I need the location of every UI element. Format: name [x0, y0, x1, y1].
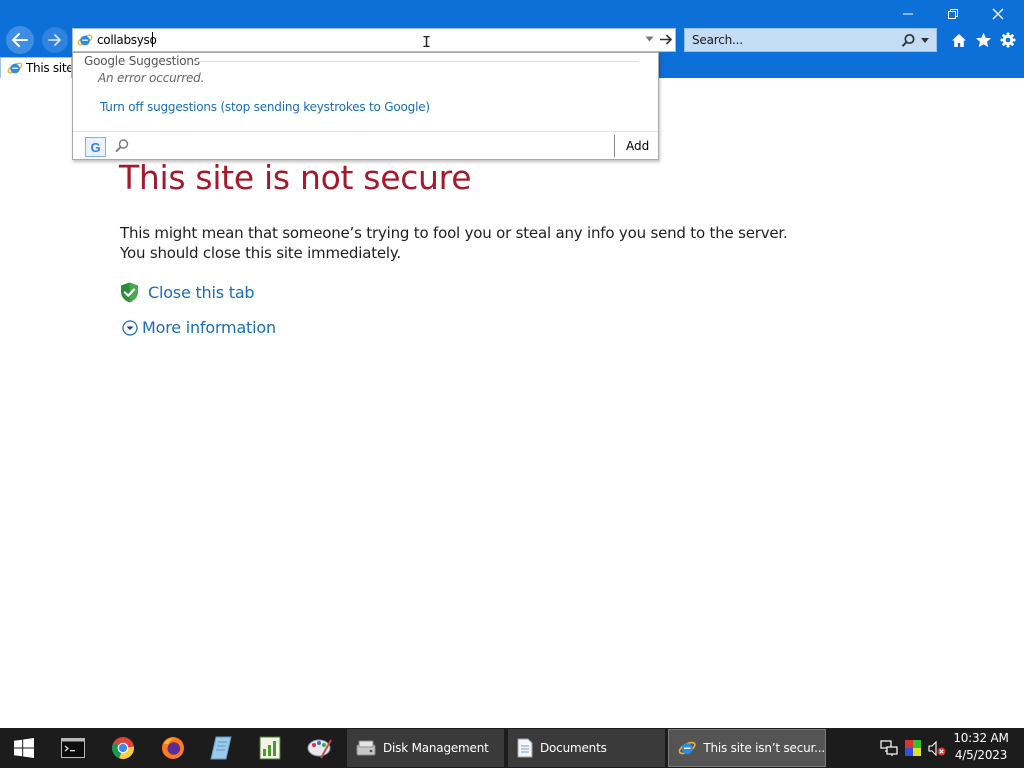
windows-logo-icon — [14, 738, 34, 758]
address-suggestions-popup: Google Suggestions An error occurred. Tu… — [72, 52, 659, 160]
more-information-link[interactable]: More information — [142, 318, 276, 337]
document-icon — [517, 738, 533, 758]
tab-label: This site is not secure — [26, 61, 72, 75]
spreadsheet-icon — [259, 736, 281, 760]
command-prompt-icon — [61, 738, 85, 758]
back-button[interactable] — [6, 26, 34, 54]
system-clock[interactable]: 10:32 AM 4/5/2023 — [950, 730, 1012, 764]
search-box[interactable]: Search... — [684, 28, 937, 52]
disk-management-icon — [356, 740, 376, 756]
taskbar-notepad[interactable] — [198, 728, 244, 768]
favorites-button[interactable] — [972, 30, 994, 50]
suggestions-footer: G Add — [73, 131, 658, 159]
restore-button[interactable] — [931, 2, 975, 26]
taskbar-task-disk-management[interactable]: Disk Management — [347, 729, 504, 767]
firefox-icon — [162, 737, 184, 759]
go-arrow-icon[interactable] — [659, 33, 673, 46]
search-magnifier-icon[interactable] — [901, 33, 916, 48]
add-provider-button[interactable]: Add — [626, 139, 649, 153]
shield-check-icon — [121, 282, 138, 303]
page-description: This might mean that someone’s trying to… — [120, 224, 788, 262]
taskbar-spreadsheet[interactable] — [247, 728, 293, 768]
footer-separator — [614, 135, 615, 157]
text-caret — [152, 32, 153, 47]
text-cursor-icon: I — [422, 33, 432, 51]
restore-icon — [948, 9, 958, 19]
ie-logo-icon — [678, 741, 696, 755]
home-button[interactable] — [948, 30, 970, 50]
volume-muted-icon[interactable] — [928, 741, 946, 756]
more-information-row[interactable]: More information — [122, 318, 276, 337]
taskbar-task-internet-explorer[interactable]: This site isn’t secur... — [668, 729, 826, 767]
home-icon — [952, 33, 966, 47]
clock-time: 10:32 AM — [953, 731, 1009, 745]
taskbar-paint[interactable] — [297, 728, 343, 768]
task-label: This site isn’t secur... — [703, 741, 825, 755]
search-dropdown-icon[interactable] — [921, 38, 929, 43]
ie-logo-icon — [77, 34, 93, 46]
paint-palette-icon — [307, 739, 332, 759]
close-window-button[interactable] — [976, 2, 1020, 26]
tools-button[interactable] — [997, 30, 1019, 50]
taskbar-command-prompt[interactable] — [50, 728, 96, 768]
address-bar[interactable]: collabsyso — [72, 28, 676, 52]
favorites-star-icon — [975, 32, 991, 48]
expand-chevron-icon — [122, 319, 138, 336]
taskbar-task-documents[interactable]: Documents — [508, 729, 665, 767]
close-tab-row[interactable]: Close this tab — [120, 282, 255, 303]
taskbar-chrome[interactable] — [100, 728, 146, 768]
suggestions-error: An error occurred. — [98, 71, 205, 85]
close-icon — [992, 8, 1004, 20]
taskbar: Disk Management Documents This site isn’… — [0, 728, 1024, 768]
notepad-icon — [210, 736, 232, 760]
address-input[interactable]: collabsyso — [97, 33, 157, 47]
display-color-icon[interactable] — [905, 740, 921, 756]
suggestions-header: Google Suggestions — [84, 54, 200, 68]
start-button[interactable] — [0, 728, 48, 768]
forward-arrow-icon — [48, 34, 61, 46]
turn-off-suggestions-link[interactable]: Turn off suggestions (stop sending keyst… — [100, 100, 430, 114]
google-g-icon: G — [90, 139, 101, 155]
tab-this-site[interactable]: This site is not secure — [0, 57, 72, 78]
clock-date: 4/5/2023 — [954, 748, 1008, 762]
taskbar-firefox[interactable] — [150, 728, 196, 768]
search-input[interactable]: Search... — [692, 33, 743, 47]
tools-gear-icon — [1000, 32, 1016, 48]
suggestions-divider — [195, 61, 639, 62]
network-icon[interactable] — [880, 740, 898, 756]
close-tab-link[interactable]: Close this tab — [148, 283, 255, 302]
search-magnifier-icon[interactable] — [114, 138, 130, 154]
ie-logo-icon — [7, 62, 23, 74]
task-label: Disk Management — [383, 741, 489, 755]
minimize-button[interactable] — [886, 2, 930, 26]
google-provider-button[interactable]: G — [85, 137, 106, 157]
back-arrow-icon — [12, 33, 28, 47]
forward-button[interactable] — [42, 27, 68, 53]
dropdown-arrow-icon[interactable] — [645, 36, 654, 42]
chrome-browser-icon — [112, 737, 134, 759]
page-title: This site is not secure — [119, 158, 472, 197]
task-label: Documents — [540, 741, 607, 755]
minimize-icon — [903, 13, 913, 15]
